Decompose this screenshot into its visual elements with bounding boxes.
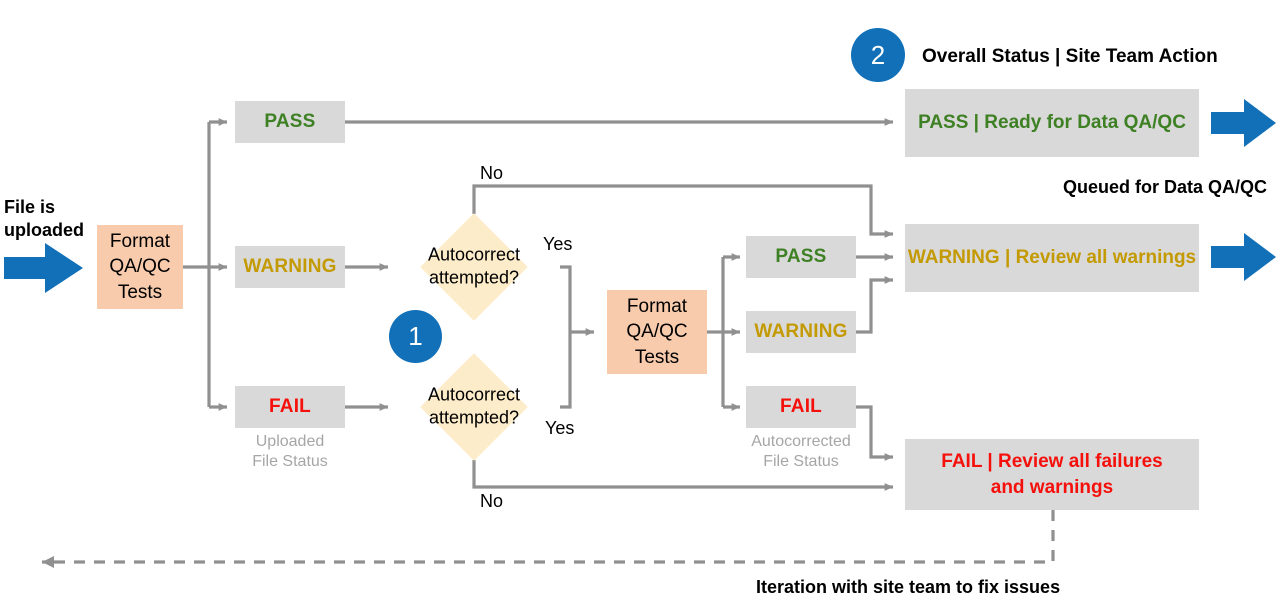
outcome-warning: WARNING | Review all warnings: [905, 224, 1199, 292]
uploaded-status-pass-label: PASS: [264, 111, 316, 132]
uploaded-status-pass: PASS: [235, 101, 345, 143]
uploaded-status-warning: WARNING: [235, 246, 345, 288]
outcome-fail-action: Review all failures and warnings: [990, 451, 1163, 498]
outcome-warning-status: WARNING: [907, 247, 1000, 269]
autocorrected-status-warning: WARNING: [746, 311, 856, 353]
autocorrected-status-warning-label: WARNING: [754, 321, 848, 342]
badge-two: 2: [851, 28, 905, 82]
decision-autocorrect-attempted-2: Autocorrect attempted?: [420, 353, 528, 461]
decision-autocorrect-attempted-1: Autocorrect attempted?: [420, 213, 528, 321]
queued-note: Queued for Data QA/QC: [1063, 177, 1268, 197]
format-qaqc-tests-box-2: Format QA/QC Tests: [607, 290, 707, 374]
decision-label-1: Autocorrect attempted?: [427, 244, 521, 288]
outcome-pass-action: Ready for Data QA/QC: [984, 112, 1186, 134]
decision-1-no-label: No: [480, 163, 504, 183]
outcome-fail-separator: |: [982, 451, 998, 473]
outcome-warning-separator: |: [999, 247, 1016, 269]
decision-2-yes-label: Yes: [545, 418, 575, 438]
format-qaqc-tests-label-1: Format QA/QC Tests: [109, 231, 171, 303]
decision-1-yes-label: Yes: [543, 234, 573, 254]
outcome-fail: FAIL | Review all failures and warnings: [905, 439, 1199, 510]
autocorrected-status-pass: PASS: [746, 236, 856, 278]
uploaded-file-status-caption: Uploaded File Status: [252, 433, 328, 471]
format-qaqc-tests-label-2: Format QA/QC Tests: [626, 296, 688, 368]
badge-one: 1: [389, 310, 442, 363]
outcome-pass-separator: |: [968, 112, 985, 134]
outcome-warning-action: Review all warnings: [1015, 247, 1197, 269]
warning-exit-arrow-shape: [1211, 233, 1276, 281]
autocorrected-status-pass-label: PASS: [775, 246, 827, 267]
autocorrected-status-fail-label: FAIL: [780, 396, 822, 417]
outcome-pass: PASS | Ready for Data QA/QC: [905, 89, 1199, 157]
autocorrected-status-fail: FAIL: [746, 386, 856, 428]
decision-label-2: Autocorrect attempted?: [427, 384, 521, 428]
flowchart-canvas: 2 Overall Status | Site Team Action File…: [0, 0, 1280, 614]
uploaded-status-warning-label: WARNING: [243, 256, 337, 277]
autocorrected-file-status-caption: Autocorrected File Status: [751, 433, 851, 471]
entry-arrow-shape: [4, 243, 83, 293]
outcome-pass-status: PASS: [918, 112, 969, 134]
decision-2-no-label: No: [480, 491, 504, 511]
uploaded-status-fail-label: FAIL: [269, 396, 311, 417]
legend-title: Overall Status | Site Team Action: [922, 46, 1218, 67]
format-qaqc-tests-box-1: Format QA/QC Tests: [97, 225, 183, 309]
iteration-note: Iteration with site team to fix issues: [756, 577, 1061, 597]
pass-exit-arrow-shape: [1211, 99, 1276, 147]
entry-label: File is uploaded: [4, 197, 84, 241]
uploaded-status-fail: FAIL: [235, 386, 345, 428]
outcome-fail-status: FAIL: [941, 451, 983, 473]
